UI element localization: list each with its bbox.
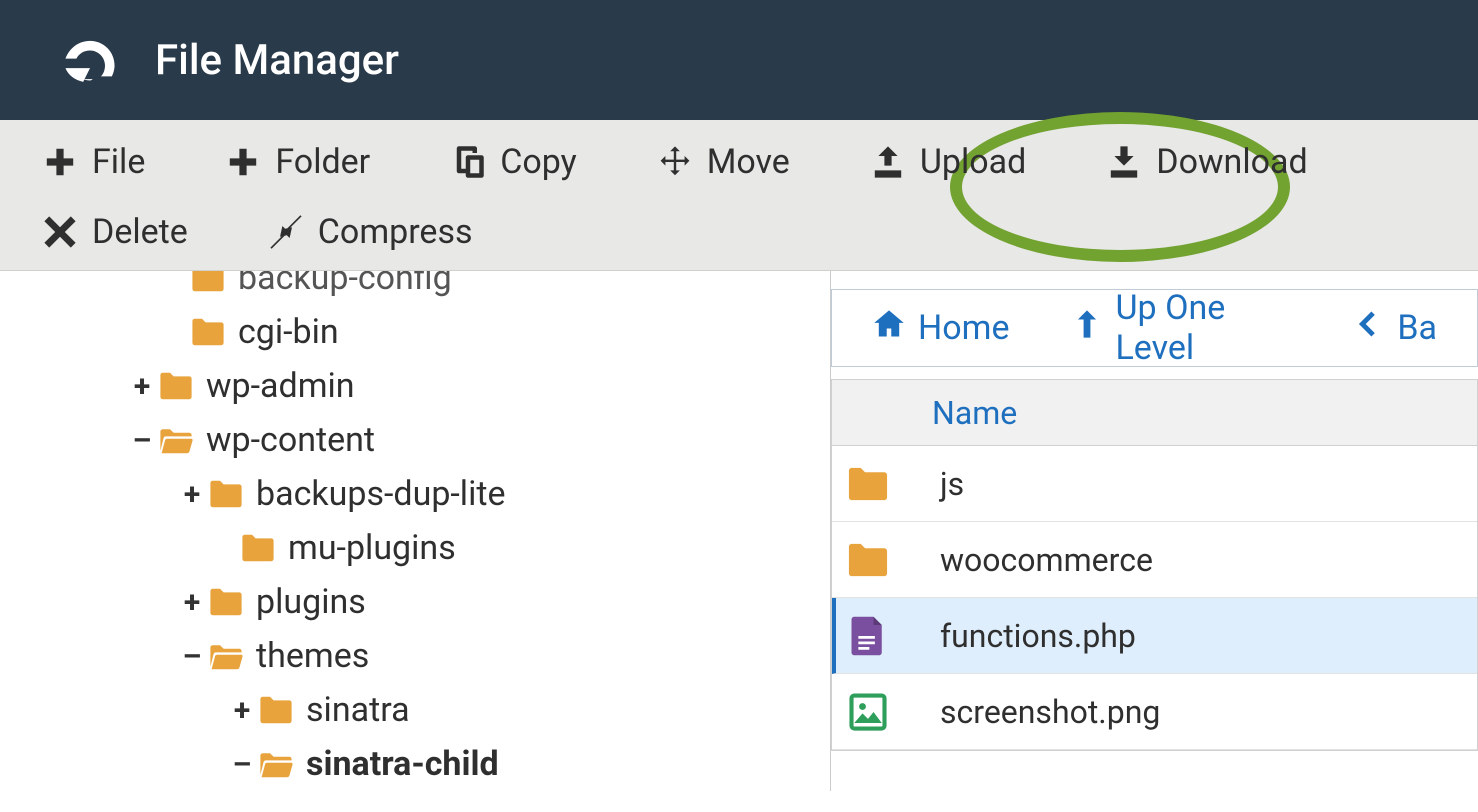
new-file-button[interactable]: File bbox=[30, 134, 157, 190]
folder-icon bbox=[188, 314, 228, 350]
up-arrow-icon bbox=[1070, 307, 1104, 350]
folder-open-icon bbox=[156, 422, 196, 458]
tree-expander[interactable]: – bbox=[228, 747, 256, 782]
move-icon bbox=[657, 144, 693, 180]
folder-icon bbox=[206, 476, 246, 512]
tree-item-label: wp-content bbox=[206, 420, 375, 460]
tree-item[interactable]: +mu-plugins bbox=[0, 521, 830, 575]
navigation-bar: Home Up One Level Ba bbox=[831, 289, 1478, 367]
tree-expander[interactable]: + bbox=[228, 693, 256, 728]
folder-open-icon bbox=[256, 746, 296, 782]
folder-icon bbox=[256, 692, 296, 728]
up-label: Up One Level bbox=[1116, 288, 1292, 368]
new-file-label: File bbox=[92, 142, 145, 182]
cpanel-logo-icon bbox=[55, 30, 125, 90]
folder-tree: +backup-config+cgi-bin+wp-admin–wp-conte… bbox=[0, 271, 830, 791]
tree-item[interactable]: +backup-config bbox=[0, 271, 830, 305]
file-pane: Home Up One Level Ba Name js woocommerce f… bbox=[830, 271, 1478, 791]
download-icon bbox=[1106, 144, 1142, 180]
upload-button[interactable]: Upload bbox=[858, 134, 1038, 190]
toolbar: File Folder Copy Move Upload Download De… bbox=[0, 120, 1478, 271]
plus-icon bbox=[225, 144, 261, 180]
home-label: Home bbox=[918, 308, 1010, 348]
tree-item[interactable]: +cgi-bin bbox=[0, 305, 830, 359]
folder-icon bbox=[188, 271, 228, 296]
table-row[interactable]: woocommerce bbox=[832, 522, 1477, 598]
upload-icon bbox=[870, 144, 906, 180]
tree-item[interactable]: – sinatra-child bbox=[0, 737, 830, 791]
compress-button[interactable]: Compress bbox=[256, 204, 496, 260]
new-folder-button[interactable]: Folder bbox=[213, 134, 382, 190]
folder-icon bbox=[206, 584, 246, 620]
file-name: functions.php bbox=[920, 617, 1136, 655]
tree-item-label: backup-config bbox=[238, 271, 452, 298]
file-name: js bbox=[920, 465, 964, 503]
tree-item[interactable]: – wp-content bbox=[0, 413, 830, 467]
compress-label: Compress bbox=[318, 212, 473, 252]
copy-button[interactable]: Copy bbox=[438, 134, 589, 190]
column-header-name: Name bbox=[932, 394, 1017, 432]
home-link[interactable]: Home bbox=[872, 307, 1010, 350]
tree-expander[interactable]: + bbox=[128, 369, 156, 404]
copy-icon bbox=[450, 144, 486, 180]
tree-item-label: backups-dup-lite bbox=[256, 474, 506, 514]
new-folder-label: Folder bbox=[275, 142, 370, 182]
back-arrow-icon bbox=[1351, 307, 1385, 350]
move-button[interactable]: Move bbox=[645, 134, 802, 190]
back-link[interactable]: Ba bbox=[1351, 307, 1437, 350]
plus-icon bbox=[42, 144, 78, 180]
table-header[interactable]: Name bbox=[832, 380, 1477, 446]
folder-open-icon bbox=[206, 638, 246, 674]
up-one-level-link[interactable]: Up One Level bbox=[1070, 288, 1292, 368]
file-table: Name js woocommerce functions.php screensho… bbox=[831, 379, 1478, 751]
folder-icon bbox=[844, 536, 892, 584]
download-label: Download bbox=[1156, 142, 1307, 182]
tree-item-label: cgi-bin bbox=[238, 312, 339, 352]
folder-icon bbox=[238, 530, 278, 566]
copy-label: Copy bbox=[500, 142, 577, 182]
tree-item-label: sinatra bbox=[306, 690, 410, 730]
tree-item-label: themes bbox=[256, 636, 369, 676]
tree-item-label: plugins bbox=[256, 582, 366, 622]
upload-label: Upload bbox=[920, 142, 1026, 182]
tree-item[interactable]: + wp-admin bbox=[0, 359, 830, 413]
tree-item-label: wp-admin bbox=[206, 366, 355, 406]
delete-button[interactable]: Delete bbox=[30, 204, 200, 260]
home-icon bbox=[872, 307, 906, 350]
folder-icon bbox=[156, 368, 196, 404]
folder-icon bbox=[844, 460, 892, 508]
tree-expander[interactable]: + bbox=[178, 477, 206, 512]
back-label: Ba bbox=[1397, 308, 1437, 348]
tree-item[interactable]: + plugins bbox=[0, 575, 830, 629]
tree-expander[interactable]: + bbox=[178, 585, 206, 620]
file-name: woocommerce bbox=[920, 541, 1153, 579]
tree-expander[interactable]: – bbox=[178, 639, 206, 674]
table-row[interactable]: js bbox=[832, 446, 1477, 522]
image-file-icon bbox=[844, 688, 892, 736]
file-name: screenshot.png bbox=[920, 693, 1160, 731]
tree-item[interactable]: + backups-dup-lite bbox=[0, 467, 830, 521]
table-row[interactable]: screenshot.png bbox=[832, 674, 1477, 750]
app-header: File Manager bbox=[0, 0, 1478, 120]
download-button[interactable]: Download bbox=[1094, 134, 1319, 190]
table-row[interactable]: functions.php bbox=[832, 598, 1477, 674]
x-icon bbox=[42, 214, 78, 250]
compress-icon bbox=[268, 214, 304, 250]
document-icon bbox=[844, 612, 892, 660]
move-label: Move bbox=[707, 142, 790, 182]
delete-label: Delete bbox=[92, 212, 188, 252]
tree-item[interactable]: – themes bbox=[0, 629, 830, 683]
tree-item-label: sinatra-child bbox=[306, 744, 499, 784]
tree-item[interactable]: + sinatra bbox=[0, 683, 830, 737]
app-title: File Manager bbox=[155, 36, 399, 85]
tree-expander[interactable]: – bbox=[128, 423, 156, 458]
tree-item-label: mu-plugins bbox=[288, 528, 456, 568]
